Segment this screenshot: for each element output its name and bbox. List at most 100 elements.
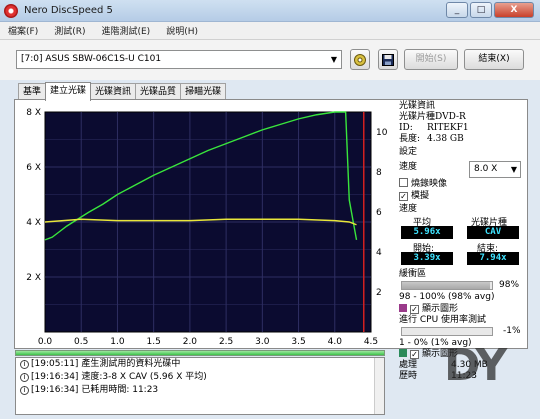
speed-chart: 8 X 6 X 4 X 2 X 10 8 6 4 2 0.0 0.5 1.0 1.5 2.0 2.5 3.… xyxy=(26,108,388,347)
y-right-tick-label: 8 xyxy=(376,168,382,178)
speed-section-title: 速度 xyxy=(399,204,418,214)
x-tick-label: 1.5 xyxy=(147,337,161,347)
burn-image-checkbox[interactable]: 燒錄映像 xyxy=(399,178,525,189)
log-entry: i [19:16:34] 已耗用時間: 11:23 xyxy=(16,384,384,397)
tab-scan-disc[interactable]: 掃瞄光碟 xyxy=(180,83,227,100)
maximize-button[interactable]: □ xyxy=(470,2,492,18)
menu-advanced-test[interactable]: 進階測試(E) xyxy=(101,24,150,37)
log-time: [19:05:11] xyxy=(31,359,79,369)
simulate-label: 模擬 xyxy=(411,191,430,201)
simulate-checkbox[interactable]: ✓ 模擬 xyxy=(399,191,525,202)
x-tick-label: 0.0 xyxy=(38,337,53,347)
buffer-range: 98 - 100% (98% avg) xyxy=(399,292,495,302)
tab-benchmark[interactable]: 基準 xyxy=(18,83,47,100)
x-tick-label: 3.5 xyxy=(291,337,305,347)
log-list: i [19:05:11] 產生測試用的資料光碟中 i [19:16:34] 速度:3… xyxy=(15,357,385,415)
log-entry: i [19:05:11] 產生測試用的資料光碟中 xyxy=(16,358,384,371)
tab-disc-quality[interactable]: 光碟品質 xyxy=(135,83,182,100)
log-message: 速度:3-8 X CAV (5.96 X 平均) xyxy=(81,372,207,382)
drive-select[interactable]: [7:0] ASUS SBW-06C1S-U C101 ▼ xyxy=(16,50,342,69)
elapsed-label: 歷時 xyxy=(399,371,418,381)
y-left-tick-label: 8 X xyxy=(26,108,41,118)
tab-disc-info[interactable]: 光碟資訊 xyxy=(90,83,137,100)
menu-file[interactable]: 檔案(F) xyxy=(8,24,38,37)
y-left-tick-label: 2 X xyxy=(26,273,41,283)
buffer-percent: 98% xyxy=(499,280,520,290)
info-icon: i xyxy=(20,360,29,369)
end-speed-value: 7.94x xyxy=(467,252,519,265)
settings-title: 設定 xyxy=(399,147,418,157)
buffer-show-graph-label: 顯示圖形 xyxy=(422,304,459,314)
window-title: Nero DiscSpeed 5 xyxy=(24,5,113,16)
x-tick-label: 1.0 xyxy=(110,337,125,347)
progress-bar xyxy=(15,350,385,356)
save-button[interactable] xyxy=(378,49,398,70)
x-tick-label: 4.0 xyxy=(328,337,343,347)
cpu-test-label: 進行 CPU 使用率測試 xyxy=(399,315,487,325)
y-right-tick-label: 4 xyxy=(376,248,382,258)
checkmark-icon: ✓ xyxy=(399,192,408,201)
y-right-tick-label: 2 xyxy=(376,288,382,298)
refresh-drive-button[interactable] xyxy=(350,49,370,70)
checkbox-unchecked-icon xyxy=(399,178,408,187)
menu-help[interactable]: 說明(H) xyxy=(166,24,198,37)
menu-test[interactable]: 測試(R) xyxy=(54,24,85,37)
log-time: [19:16:34] xyxy=(31,372,79,382)
buffer-bar xyxy=(401,281,493,290)
watermark-logo: DY xyxy=(444,340,507,391)
write-speed-select[interactable]: 8.0 X ▼ xyxy=(469,161,521,178)
disc-type-label: 光碟片種 xyxy=(399,112,436,122)
x-tick-label: 3.0 xyxy=(255,337,270,347)
log-time: [19:16:34] xyxy=(31,385,79,395)
checkmark-icon: ✓ xyxy=(410,350,419,359)
x-tick-label: 0.5 xyxy=(74,337,88,347)
write-speed-value: 8.0 X xyxy=(474,164,498,174)
buffer-color-swatch xyxy=(399,304,407,312)
cpu-bar xyxy=(401,327,493,336)
title-bar: Nero DiscSpeed 5 _ □ X xyxy=(0,0,540,22)
disc-kind-value: CAV xyxy=(467,226,519,239)
refresh-icon xyxy=(354,53,366,66)
start-button[interactable]: 開始(S) xyxy=(404,49,458,70)
toolbar: [7:0] ASUS SBW-06C1S-U C101 ▼ 開始(S) 結束(X… xyxy=(0,40,540,80)
menu-bar: 檔案(F) 測試(R) 進階測試(E) 說明(H) xyxy=(0,22,540,40)
x-tick-label: 4.5 xyxy=(364,337,378,347)
x-tick-label: 2.5 xyxy=(219,337,233,347)
disc-length-value: 4.38 GB xyxy=(427,134,464,144)
nero-app-icon xyxy=(4,3,18,18)
start-speed-value: 3.39x xyxy=(401,252,453,265)
log-scrollbar[interactable] xyxy=(374,358,384,414)
disc-id-label: ID: xyxy=(399,123,413,133)
info-icon: i xyxy=(20,386,29,395)
y-left-tick-label: 6 X xyxy=(26,163,41,173)
close-button[interactable]: X xyxy=(494,2,534,18)
y-right-tick-label: 10 xyxy=(376,128,388,138)
process-label: 處理 xyxy=(399,360,418,370)
cpu-value: -1% xyxy=(503,326,521,336)
y-left-tick-label: 4 X xyxy=(26,218,41,228)
disc-length-label: 長度: xyxy=(399,134,421,144)
floppy-disk-icon xyxy=(382,53,394,66)
disc-info-title: 光碟資訊 xyxy=(399,101,436,111)
tab-create-disc[interactable]: 建立光碟 xyxy=(45,82,92,101)
disc-type-value: DVD-R xyxy=(435,112,466,122)
chevron-down-icon: ▼ xyxy=(330,55,337,64)
y-right-tick-label: 6 xyxy=(376,208,382,218)
disc-id-value: RITEKF1 xyxy=(427,123,469,133)
cpu-color-swatch xyxy=(399,349,407,357)
log-message: 已耗用時間: 11:23 xyxy=(81,385,159,395)
chevron-down-icon: ▼ xyxy=(510,165,517,174)
progress-bar-fill xyxy=(16,351,384,355)
buffer-show-graph-checkbox[interactable]: ✓ 顯示圖形 xyxy=(399,304,525,315)
buffer-title: 緩衝區 xyxy=(399,269,427,279)
minimize-button[interactable]: _ xyxy=(446,2,468,18)
tab-strip: 基準 建立光碟 光碟資訊 光碟品質 掃瞄光碟 xyxy=(18,82,227,101)
log-entry: i [19:16:34] 速度:3-8 X CAV (5.96 X 平均) xyxy=(16,371,384,384)
x-tick-label: 2.0 xyxy=(183,337,198,347)
avg-speed-value: 5.96x xyxy=(401,226,453,239)
buffer-bar-fill xyxy=(402,282,491,289)
info-icon: i xyxy=(20,373,29,382)
drive-select-value: [7:0] ASUS SBW-06C1S-U C101 xyxy=(21,54,162,64)
checkmark-icon: ✓ xyxy=(410,305,419,314)
exit-button[interactable]: 結束(X) xyxy=(464,49,524,70)
